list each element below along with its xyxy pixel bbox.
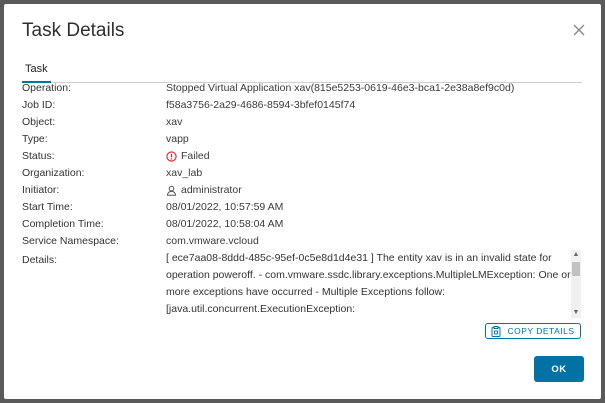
- field-value: f58a3756-2a29-4686-8594-3bfef0145f74: [166, 99, 356, 111]
- copy-details-label: COPY DETAILS: [507, 326, 575, 336]
- error-circle-icon: [166, 150, 177, 162]
- close-icon[interactable]: [572, 23, 586, 37]
- task-details-dialog: Task Details Task Operation: Stopped Vir…: [4, 4, 601, 399]
- initiator-text: administrator: [181, 184, 242, 196]
- scroll-thumb[interactable]: [572, 262, 580, 276]
- ok-button[interactable]: OK: [534, 356, 584, 382]
- scroll-down-arrow-icon[interactable]: ▼: [571, 308, 581, 318]
- field-value: xav: [166, 116, 183, 128]
- field-value: vapp: [166, 133, 189, 145]
- dialog-title: Task Details: [22, 20, 125, 41]
- field-label: Status:: [22, 150, 55, 162]
- field-label: Initiator:: [22, 184, 60, 196]
- field-value: 08/01/2022, 10:58:04 AM: [166, 218, 284, 230]
- details-text-area[interactable]: [ ece7aa08-8ddd-485c-95ef-0c5e8d1d4e31 ]…: [166, 250, 571, 316]
- clipboard-icon: [491, 325, 501, 337]
- user-icon: [166, 185, 177, 196]
- status-value: Failed: [166, 148, 210, 164]
- field-value: com.vmware.vcloud: [166, 235, 259, 247]
- field-label: Type:: [22, 133, 48, 145]
- initiator-value: administrator: [166, 182, 242, 198]
- field-label: Start Time:: [22, 201, 73, 213]
- field-value: xav_lab: [166, 167, 203, 179]
- field-label: Operation:: [22, 82, 72, 94]
- field-value: 08/01/2022, 10:57:59 AM: [166, 201, 284, 213]
- field-label: Organization:: [22, 167, 85, 179]
- field-label: Completion Time:: [22, 218, 104, 230]
- status-text: Failed: [181, 150, 210, 162]
- copy-details-button[interactable]: COPY DETAILS: [485, 323, 581, 339]
- scroll-up-arrow-icon[interactable]: ▲: [571, 250, 581, 260]
- field-label: Object:: [22, 116, 56, 128]
- field-label: Service Namespace:: [22, 235, 119, 247]
- details-label: Details:: [22, 254, 58, 266]
- details-scrollbar[interactable]: ▲ ▼: [571, 250, 581, 318]
- field-label: Job ID:: [22, 99, 56, 111]
- field-value: Stopped Virtual Application xav(815e5253…: [166, 82, 515, 94]
